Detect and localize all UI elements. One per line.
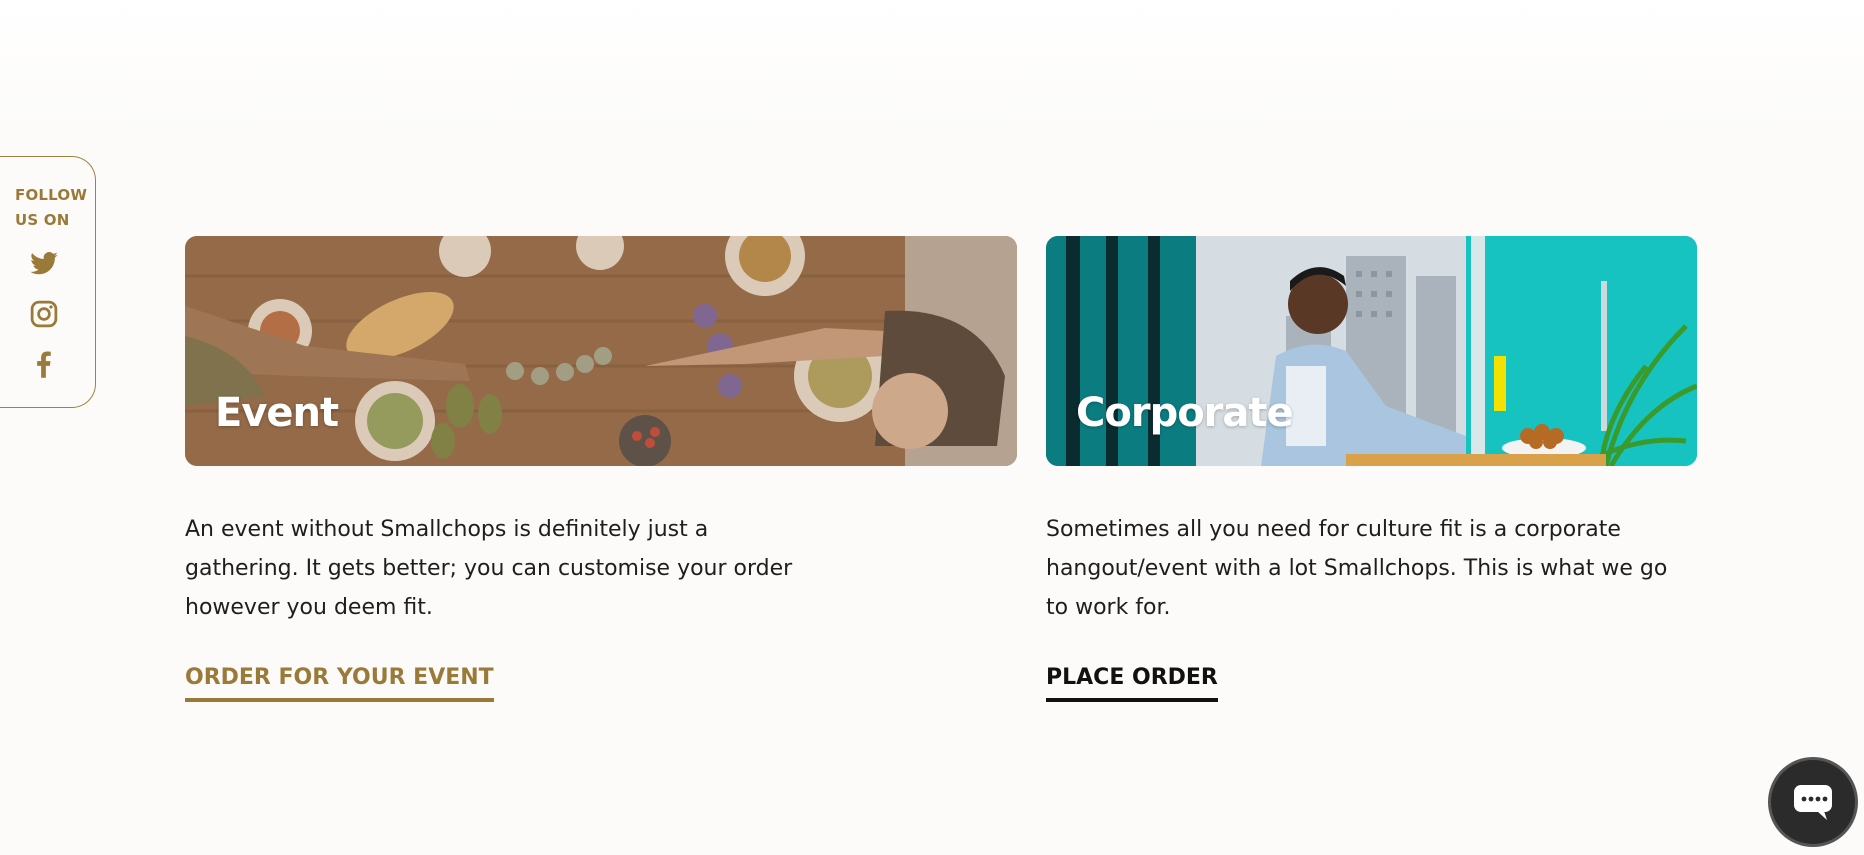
facebook-icon[interactable] [29, 349, 59, 379]
order-for-event-link[interactable]: ORDER FOR YOUR EVENT [185, 665, 494, 702]
twitter-icon[interactable] [29, 249, 59, 279]
corporate-card: Corporate Sometimes all you need for cul… [1046, 236, 1697, 702]
event-card-image[interactable]: Event [185, 236, 1017, 466]
social-follow-bar: FOLLOW US ON [0, 156, 96, 408]
place-order-link[interactable]: PLACE ORDER [1046, 665, 1218, 702]
event-card-description: An event without Smallchops is definitel… [185, 517, 793, 620]
corporate-card-title: Corporate [1076, 390, 1294, 436]
event-card-title: Event [215, 390, 339, 436]
chat-bubble-icon [1794, 785, 1832, 820]
chat-button[interactable] [1768, 757, 1858, 847]
follow-us-label: FOLLOW US ON [15, 186, 88, 229]
event-card: Event An event without Smallchops is def… [185, 236, 1017, 702]
corporate-card-description: Sometimes all you need for culture fit i… [1046, 517, 1668, 620]
instagram-icon[interactable] [29, 299, 59, 329]
corporate-card-image[interactable]: Corporate [1046, 236, 1697, 466]
